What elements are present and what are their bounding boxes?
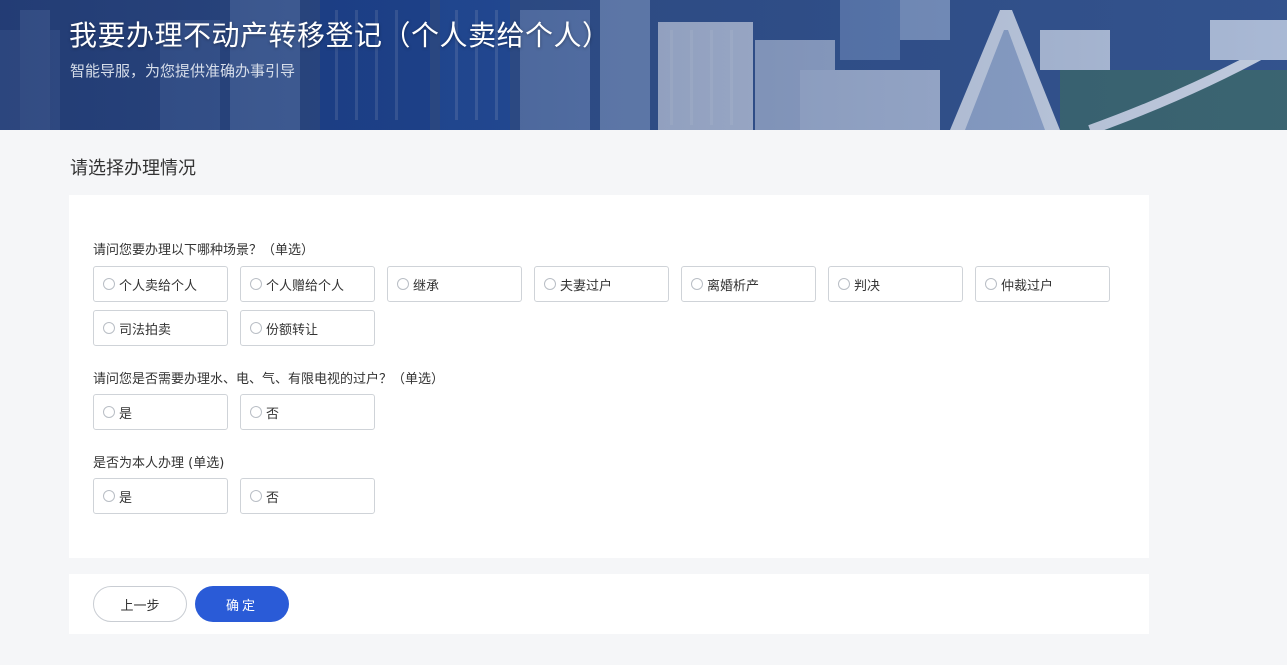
option-utilities-yes[interactable]: 是	[93, 394, 228, 430]
option-label: 个人赠给个人	[266, 278, 345, 294]
option-label: 司法拍卖	[119, 322, 172, 338]
option-scene-3[interactable]: 夫妻过户	[534, 266, 669, 302]
header-banner: 我要办理不动产转移登记（个人卖给个人） 智能导服，为您提供准确办事引导	[0, 0, 1287, 130]
option-label: 个人卖给个人	[119, 278, 198, 294]
previous-step-button[interactable]: 上一步	[93, 586, 187, 622]
option-scene-4[interactable]: 离婚析产	[681, 266, 816, 302]
option-utilities-no[interactable]: 否	[240, 394, 375, 430]
radio-icon	[250, 322, 262, 334]
radio-icon	[985, 278, 997, 290]
section-heading: 请选择办理情况	[70, 158, 196, 179]
option-label: 是	[119, 406, 133, 422]
option-label: 离婚析产	[707, 278, 760, 294]
radio-icon	[250, 406, 262, 418]
option-scene-0[interactable]: 个人卖给个人	[93, 266, 228, 302]
option-scene-7[interactable]: 司法拍卖	[93, 310, 228, 346]
option-self-no[interactable]: 否	[240, 478, 375, 514]
radio-icon	[103, 322, 115, 334]
radio-icon	[544, 278, 556, 290]
option-self-yes[interactable]: 是	[93, 478, 228, 514]
option-scene-1[interactable]: 个人赠给个人	[240, 266, 375, 302]
radio-icon	[103, 278, 115, 290]
question-panel: 请问您要办理以下哪种场景？（单选） 个人卖给个人 个人赠给个人 继承 夫妻过户 …	[69, 195, 1149, 558]
option-label: 份额转让	[266, 322, 319, 338]
question-scene: 请问您要办理以下哪种场景？（单选）	[93, 243, 315, 258]
option-label: 否	[266, 406, 280, 422]
option-scene-8[interactable]: 份额转让	[240, 310, 375, 346]
confirm-button[interactable]: 确定	[195, 586, 289, 622]
option-scene-6[interactable]: 仲裁过户	[975, 266, 1110, 302]
option-label: 是	[119, 490, 133, 506]
page-subtitle: 智能导服，为您提供准确办事引导	[70, 62, 296, 80]
option-scene-2[interactable]: 继承	[387, 266, 522, 302]
radio-icon	[397, 278, 409, 290]
question-self: 是否为本人办理 (单选)	[93, 456, 225, 471]
option-label: 夫妻过户	[560, 278, 613, 294]
option-label: 仲裁过户	[1001, 278, 1054, 294]
radio-icon	[103, 490, 115, 502]
radio-icon	[103, 406, 115, 418]
radio-icon	[838, 278, 850, 290]
radio-icon	[250, 490, 262, 502]
option-label: 判决	[854, 278, 881, 294]
page-title: 我要办理不动产转移登记（个人卖给个人）	[69, 19, 611, 52]
option-label: 继承	[413, 278, 440, 294]
question-utilities: 请问您是否需要办理水、电、气、有限电视的过户？（单选）	[93, 372, 445, 387]
radio-icon	[691, 278, 703, 290]
option-label: 否	[266, 490, 280, 506]
action-bar: 上一步 确定	[69, 574, 1149, 634]
option-scene-5[interactable]: 判决	[828, 266, 963, 302]
radio-icon	[250, 278, 262, 290]
